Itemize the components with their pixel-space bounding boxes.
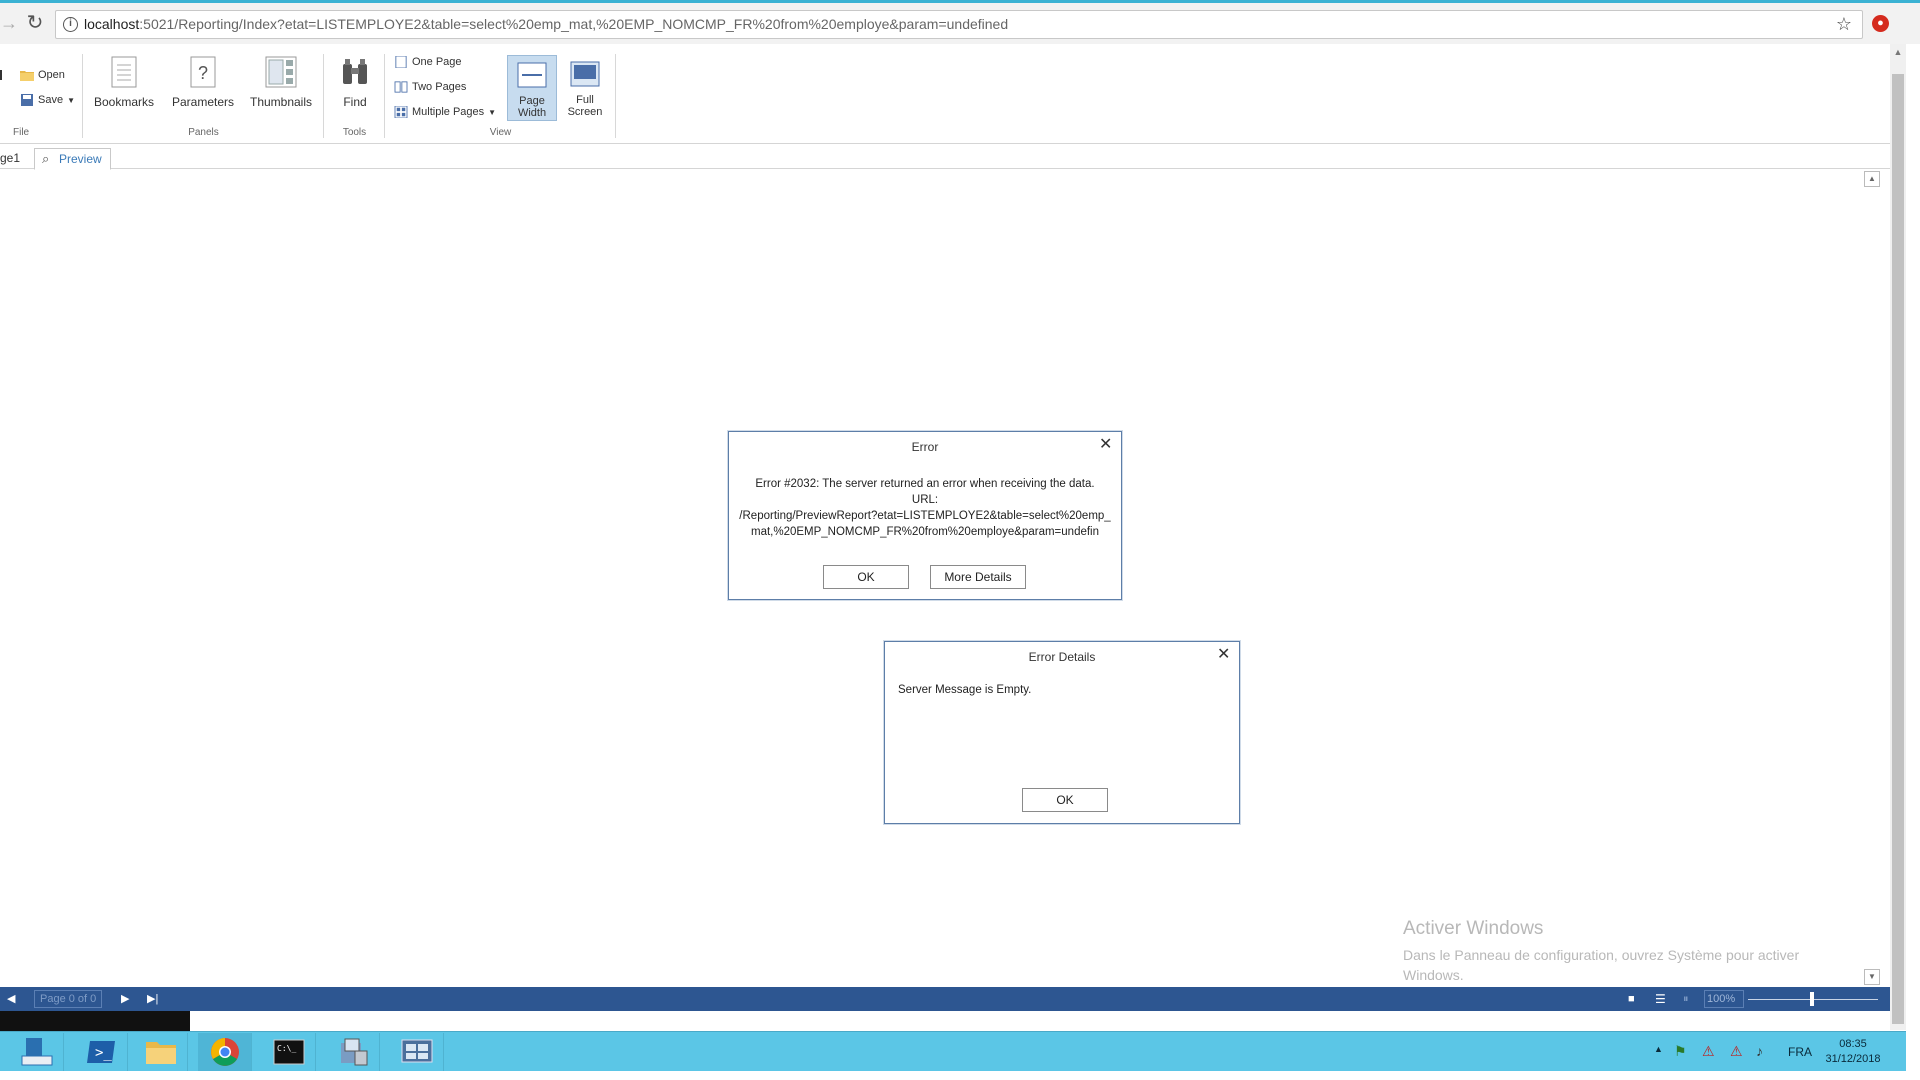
- report-viewer: Open Save ▼ File Bookmarks ? Parameters …: [0, 44, 1890, 986]
- tools-group: Find Tools: [325, 54, 385, 138]
- last-page-icon[interactable]: ▶|: [147, 987, 158, 1011]
- thumbnails-button[interactable]: Thumbnails: [246, 56, 316, 109]
- forward-arrow-icon[interactable]: →: [0, 12, 18, 34]
- viewer-status-bar: ◀ Page 0 of 0 ▶ ▶| ■ ☰ ⏸ 100%: [0, 987, 1890, 1011]
- file-explorer-icon[interactable]: [134, 1033, 188, 1071]
- floppy-disk-icon: [21, 94, 33, 106]
- powershell-icon[interactable]: >_: [74, 1033, 128, 1071]
- truncated-icon: [0, 70, 2, 80]
- extension-icon[interactable]: ●: [1872, 15, 1889, 32]
- folder-icon: [20, 71, 34, 81]
- multiple-pages-button[interactable]: Multiple Pages ▼: [394, 106, 496, 118]
- close-icon[interactable]: ✕: [1099, 437, 1112, 453]
- view-group: One Page Two Pages Multiple Pages ▼ Page…: [386, 54, 616, 138]
- fit-icon[interactable]: ⏸: [1683, 987, 1689, 1011]
- error-dialog: Error ✕ Error #2032: The server returned…: [728, 431, 1122, 600]
- parameters-button[interactable]: ? Parameters: [170, 56, 236, 109]
- page-width-button[interactable]: Page Width: [507, 55, 557, 121]
- taskbar-preview-strip: [0, 1011, 190, 1031]
- ribbon-toolbar: Open Save ▼ File Bookmarks ? Parameters …: [0, 44, 1890, 144]
- find-button[interactable]: Find: [335, 56, 375, 109]
- network-computer-icon: [340, 1038, 367, 1066]
- error-details-title: Error Details: [1028, 650, 1096, 664]
- details-ok-button[interactable]: OK: [1022, 788, 1108, 812]
- tab-page[interactable]: ge1: [0, 148, 28, 170]
- page-indicator[interactable]: Page 0 of 0: [34, 990, 103, 1008]
- ok-button[interactable]: OK: [823, 565, 909, 589]
- bookmarks-icon: [111, 56, 137, 88]
- browser-toolbar: → ↻ i localhost:5021/Reporting/Index?eta…: [0, 0, 1920, 44]
- windows-taskbar: >_ C:\_ ▲ ⚑ ⚠ ⚠ ♪ FRA 08:35 31/12/2018: [0, 1031, 1906, 1071]
- thumbnails-icon: [265, 56, 297, 88]
- open-button[interactable]: Open: [20, 69, 65, 81]
- viewer-scroll-up-icon[interactable]: ▲: [1864, 171, 1880, 187]
- svg-text:C:\_: C:\_: [277, 1044, 296, 1053]
- server-icon: [21, 1038, 52, 1066]
- network-tool-icon[interactable]: [326, 1033, 380, 1071]
- one-page-icon: [395, 56, 407, 68]
- multiple-pages-icon: [394, 106, 408, 118]
- close-icon[interactable]: ✕: [1217, 647, 1230, 663]
- previous-page-icon[interactable]: ◀: [7, 987, 15, 1011]
- zoom-level[interactable]: 100%: [1704, 990, 1744, 1008]
- full-screen-button[interactable]: Full Screen: [560, 55, 610, 121]
- scroll-up-icon[interactable]: ▲: [1890, 44, 1906, 60]
- full-screen-icon: [570, 61, 600, 87]
- page-scrollbar[interactable]: ▲: [1890, 44, 1906, 1030]
- tab-strip: ge1 ⌕ Preview: [0, 145, 1890, 170]
- save-button[interactable]: Save ▼: [20, 94, 75, 106]
- bookmarks-button[interactable]: Bookmarks: [94, 56, 154, 109]
- screen-bottom-edge: [0, 1071, 1920, 1080]
- url-text[interactable]: localhost:5021/Reporting/Index?etat=LIST…: [84, 16, 1008, 32]
- binoculars-icon: [343, 59, 367, 84]
- chevron-down-icon[interactable]: ▼: [488, 108, 496, 117]
- preview-magnifier-icon: ⌕: [42, 151, 50, 166]
- details-message: Server Message is Empty.: [898, 684, 1032, 696]
- remote-desktop-glyph-icon: [401, 1039, 432, 1063]
- error-details-dialog: Error Details ✕ Server Message is Empty.…: [884, 641, 1240, 824]
- bookmark-star-icon[interactable]: ☆: [1836, 14, 1852, 35]
- scrollbar-thumb[interactable]: [1892, 74, 1904, 1024]
- system-clock[interactable]: 08:35 31/12/2018: [1822, 1037, 1884, 1067]
- command-prompt-icon[interactable]: C:\_: [262, 1033, 316, 1071]
- folder-icon: [145, 1042, 176, 1064]
- tab-preview[interactable]: ⌕ Preview: [34, 148, 111, 170]
- chevron-down-icon[interactable]: ▼: [67, 96, 75, 105]
- more-details-button[interactable]: More Details: [930, 565, 1026, 589]
- cmd-icon: C:\_: [273, 1039, 304, 1065]
- viewer-scroll-down-icon[interactable]: ▼: [1864, 969, 1880, 985]
- page-width-icon: [517, 62, 547, 88]
- server-manager-icon[interactable]: [10, 1033, 64, 1071]
- error-dialog-title: Error: [911, 440, 939, 454]
- remote-desktop-icon[interactable]: [390, 1033, 444, 1071]
- windows-activation-watermark: Activer Windows Dans le Panneau de confi…: [1403, 918, 1800, 983]
- svg-text:>_: >_: [95, 1045, 112, 1061]
- address-bar[interactable]: i localhost:5021/Reporting/Index?etat=LI…: [55, 10, 1863, 39]
- continuous-view-icon[interactable]: ☰: [1655, 987, 1666, 1011]
- error-message: Error #2032: The server returned an erro…: [739, 478, 1111, 538]
- reload-icon[interactable]: ↻: [24, 12, 46, 34]
- single-view-icon[interactable]: ■: [1628, 987, 1635, 1011]
- powershell-glyph-icon: >_: [86, 1041, 115, 1063]
- two-pages-icon: [394, 81, 408, 93]
- chrome-icon[interactable]: [198, 1033, 252, 1071]
- two-pages-button[interactable]: Two Pages: [394, 81, 466, 93]
- chrome-logo-icon: [210, 1038, 239, 1066]
- question-icon: ?: [190, 56, 216, 88]
- one-page-button[interactable]: One Page: [394, 56, 462, 68]
- next-page-icon[interactable]: ▶: [121, 987, 129, 1011]
- file-group: Open Save ▼ File: [0, 54, 83, 138]
- panels-group: Bookmarks ? Parameters Thumbnails Panels: [84, 54, 324, 138]
- svg-text:?: ?: [198, 63, 208, 83]
- info-icon[interactable]: i: [63, 17, 78, 32]
- zoom-slider-thumb[interactable]: [1810, 992, 1814, 1006]
